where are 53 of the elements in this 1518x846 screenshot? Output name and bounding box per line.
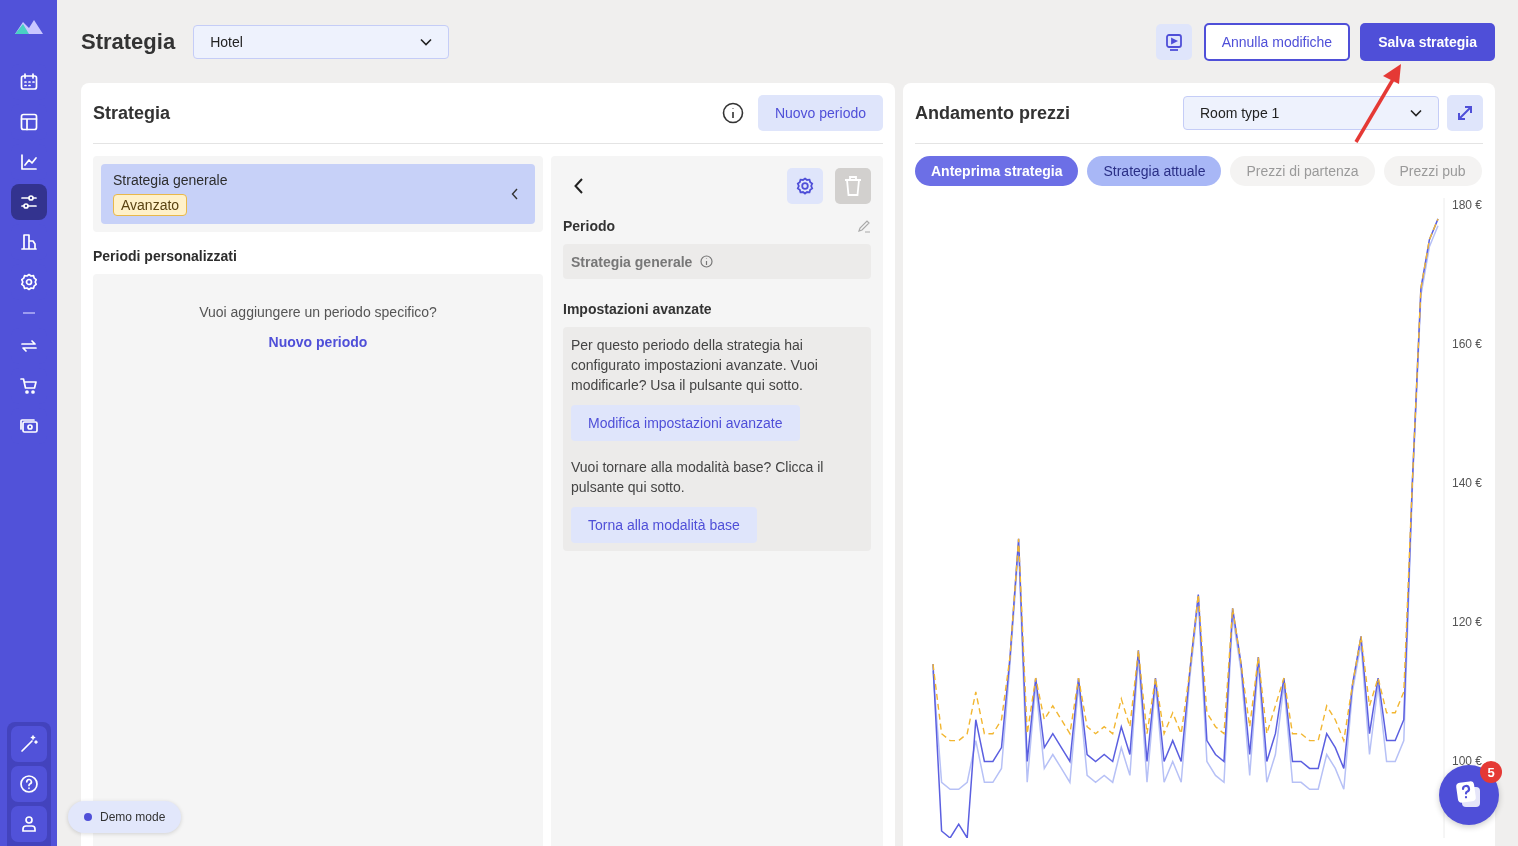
user-button[interactable] (10, 806, 47, 842)
advanced-settings-text: Per questo periodo della strategia hai configurato impostazioni avanzate. Vuoi modificarle? Usa il pulsante qui sotto. (571, 336, 819, 395)
property-dropdown[interactable]: Hotel (193, 24, 450, 59)
new-period-button[interactable]: Nuovo periodo (757, 95, 883, 131)
help-button[interactable] (10, 766, 47, 802)
gear-icon (18, 272, 39, 292)
advanced-badge: Avanzato (113, 194, 188, 216)
y-axis-label: 180 € (1451, 197, 1483, 212)
base-mode-text: Vuoi tornare alla modalità base? Clicca il pulsante qui sotto. (571, 458, 825, 497)
chevron-down-icon (1410, 109, 1422, 117)
money-icon (18, 416, 39, 436)
nav-item[interactable] (10, 184, 47, 220)
magic-wand-button[interactable] (10, 726, 47, 762)
info-icon[interactable] (721, 102, 744, 124)
period-value-text: Strategia generale (571, 253, 693, 270)
new-period-link[interactable]: Nuovo periodo (268, 334, 368, 350)
magic-wand-icon (18, 734, 39, 754)
settings-button[interactable] (787, 168, 823, 204)
period-label: Periodo (563, 218, 616, 234)
trash-icon (843, 175, 863, 197)
page-title: Strategia (81, 28, 176, 55)
sliders-icon (18, 192, 39, 212)
demo-mode-label: Demo mode (100, 810, 166, 824)
help-icon (18, 774, 39, 794)
room-type-dropdown[interactable]: Room type 1 (1183, 96, 1439, 130)
preview-screen-button[interactable] (1155, 23, 1192, 60)
base-mode-button[interactable]: Torna alla modalità base (571, 507, 757, 543)
layout-icon (18, 112, 39, 132)
strategy-name: Strategia generale (113, 172, 228, 188)
chevron-left-icon (511, 188, 519, 200)
expand-button[interactable] (1447, 95, 1483, 131)
general-strategy-item[interactable]: Strategia generale Avanzato (101, 164, 535, 224)
gear-icon (795, 176, 815, 196)
cancel-changes-button[interactable]: Annulla modifiche (1203, 22, 1351, 61)
chevron-down-icon (420, 37, 433, 46)
series-toggle-chip[interactable]: Strategia attuale (1087, 156, 1222, 186)
cart-icon (18, 376, 39, 396)
logo-icon (14, 18, 43, 34)
status-dot-icon (84, 813, 92, 821)
empty-state-text: Vuoi aggiungere un periodo specifico? (199, 304, 437, 320)
building-icon (18, 232, 39, 252)
expand-icon (1456, 104, 1474, 122)
series-toggle-chip[interactable]: Anteprima strategia (915, 156, 1079, 186)
chart-icon (18, 152, 39, 172)
demo-mode-badge[interactable]: Demo mode (68, 801, 182, 833)
section-heading: Periodi personalizzati (93, 248, 238, 264)
card-title: Andamento prezzi (915, 102, 1070, 124)
advanced-settings-heading: Impostazioni avanzate (563, 301, 713, 317)
card-title: Strategia (93, 102, 171, 124)
edit-advanced-settings-button[interactable]: Modifica impostazioni avanzate (571, 405, 800, 441)
save-strategy-button[interactable]: Salva strategia (1360, 22, 1495, 61)
calendar-icon (18, 72, 39, 92)
play-screen-icon (1163, 31, 1184, 52)
